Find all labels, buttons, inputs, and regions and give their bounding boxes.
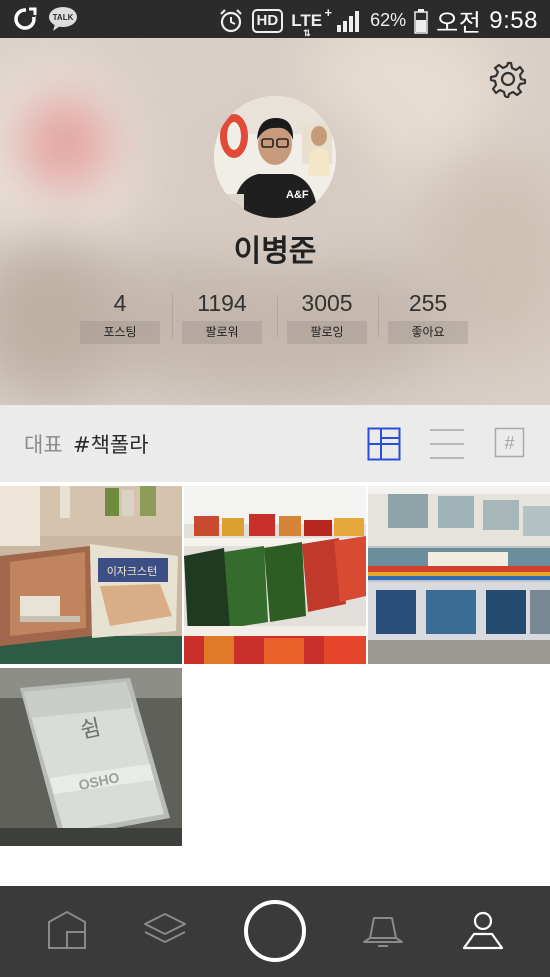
hd-badge: HD: [251, 8, 284, 33]
lte-indicator: LTE + ⇅: [291, 4, 333, 38]
screen: TALK HD LTE + ⇅ 62% 오전 9:58 A&F 이병준 4 포스…: [0, 0, 550, 977]
stat-divider: [378, 294, 379, 338]
photo-tile-book-desk[interactable]: 이자크스턴: [0, 486, 182, 664]
profile-header: A&F 이병준 4 포스팅 1194 팔로워 3005 팔로잉 255 좋아요: [0, 38, 550, 405]
book-title-1: 이자크스턴: [107, 565, 158, 578]
stat-followers[interactable]: 1194 팔로워: [174, 288, 270, 344]
stat-label: 팔로워: [182, 321, 262, 344]
alarm-icon: [218, 8, 244, 34]
stat-value: 3005: [301, 290, 353, 316]
status-bar: TALK HD LTE + ⇅ 62% 오전 9:58: [0, 0, 550, 38]
photo-tile-osho-book[interactable]: 쉼 OSHO: [0, 668, 182, 846]
stat-following[interactable]: 3005 팔로잉: [279, 288, 375, 344]
settings-gear-icon[interactable]: [489, 60, 527, 100]
svg-text:#: #: [504, 433, 514, 453]
stat-value: 1194: [197, 290, 247, 316]
grid-view-icon[interactable]: [367, 427, 401, 461]
home-icon[interactable]: [44, 908, 90, 954]
album-name[interactable]: #책폴라: [73, 429, 149, 459]
album-label: 대표: [24, 433, 63, 457]
hashtag-view-icon[interactable]: #: [494, 427, 528, 461]
talk-label: TALK: [53, 13, 74, 22]
camera-button[interactable]: [244, 900, 306, 962]
stat-divider: [172, 294, 173, 338]
profile-icon[interactable]: [460, 908, 506, 954]
photo-grid: 이자크스턴 쉼 OSHO: [0, 482, 550, 886]
signal-icon: [336, 8, 362, 34]
stat-value: 255: [408, 290, 448, 316]
ampm-label: 오전: [436, 10, 482, 37]
album-tab-bar: 대표 #책폴라 #: [0, 405, 550, 482]
list-view-icon[interactable]: [430, 427, 464, 461]
layers-icon[interactable]: [142, 908, 188, 954]
user-name: 이병준: [233, 234, 317, 269]
battery-percent: 62%: [370, 10, 407, 30]
photo-tile-snack-shelf[interactable]: [184, 486, 366, 664]
stat-postings[interactable]: 4 포스팅: [72, 288, 168, 344]
avatar-shirt-text: A&F: [286, 189, 309, 201]
battery-icon: [414, 8, 428, 34]
stat-likes[interactable]: 255 좋아요: [380, 288, 476, 344]
profile-stats: 4 포스팅 1194 팔로워 3005 팔로잉 255 좋아요: [70, 288, 480, 348]
stat-divider: [277, 294, 278, 338]
stat-label: 좋아요: [388, 321, 468, 344]
stat-value: 4: [113, 290, 127, 316]
kakaotalk-icon: TALK: [48, 6, 78, 32]
carrier-o-icon: [12, 6, 38, 32]
stat-label: 팔로잉: [287, 321, 367, 344]
clock: 9:58: [489, 6, 538, 34]
bell-icon[interactable]: [360, 908, 406, 954]
photo-tile-store-front[interactable]: [368, 486, 550, 664]
avatar[interactable]: A&F: [214, 96, 336, 218]
bottom-nav: [0, 886, 550, 977]
stat-label: 포스팅: [80, 321, 160, 344]
